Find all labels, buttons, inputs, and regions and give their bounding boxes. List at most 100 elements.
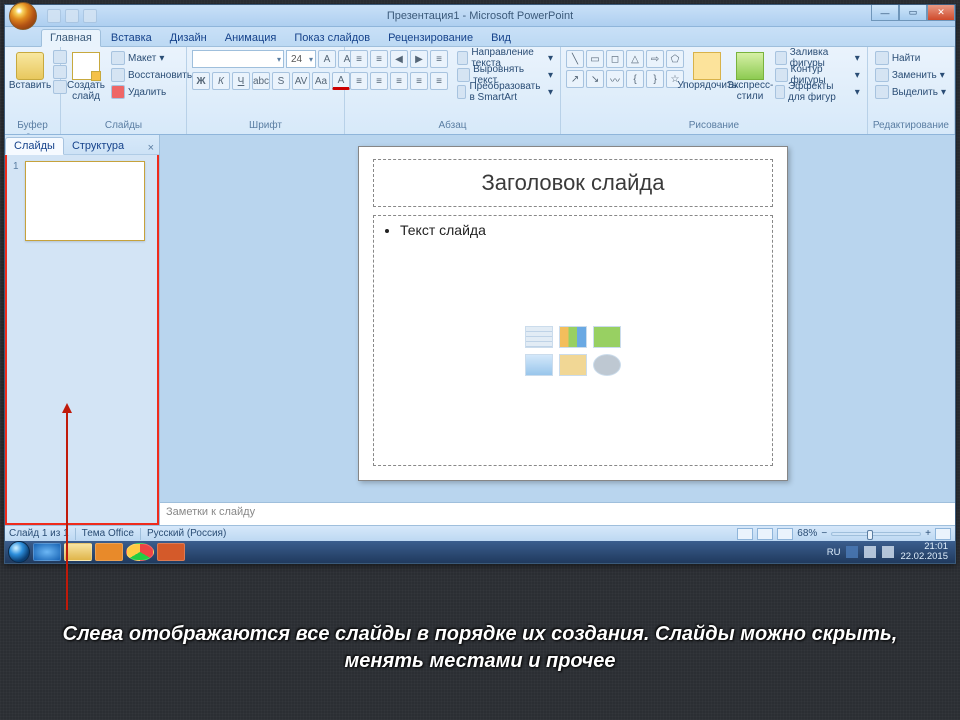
columns-button[interactable]: ≡: [430, 72, 448, 90]
tray-date[interactable]: 22.02.2015: [900, 552, 948, 562]
delete-button[interactable]: Удалить: [109, 84, 194, 100]
minimize-button[interactable]: —: [871, 5, 899, 21]
maximize-button[interactable]: ▭: [899, 5, 927, 21]
taskbar-powerpoint-icon[interactable]: [157, 543, 185, 561]
tab-insert[interactable]: Вставка: [103, 30, 160, 46]
align-right-button[interactable]: ≡: [390, 72, 408, 90]
justify-button[interactable]: ≡: [410, 72, 428, 90]
workspace: Слайды Структура × 1 Заголовок слайда Те…: [5, 135, 955, 525]
view-sorter-button[interactable]: [757, 528, 773, 540]
fit-window-button[interactable]: [935, 528, 951, 540]
layout-button[interactable]: Макет ▾: [109, 50, 194, 66]
thumb-preview[interactable]: [25, 161, 145, 241]
quick-styles-button[interactable]: Экспресс-стили: [730, 50, 770, 104]
title-bar: Презентация1 - Microsoft PowerPoint — ▭ …: [5, 5, 955, 27]
shadow-button[interactable]: S: [272, 72, 290, 90]
undo-icon[interactable]: [65, 9, 79, 23]
view-slideshow-button[interactable]: [777, 528, 793, 540]
slide-panel: Слайды Структура × 1: [5, 135, 160, 525]
smartart-icon: [457, 85, 466, 99]
taskbar-ie-icon[interactable]: [33, 543, 61, 561]
insert-chart-icon[interactable]: [559, 326, 587, 348]
replace-button[interactable]: Заменить ▾: [873, 67, 948, 83]
thumbnail-list[interactable]: 1: [5, 155, 159, 525]
tab-slideshow[interactable]: Показ слайдов: [286, 30, 378, 46]
save-icon[interactable]: [47, 9, 61, 23]
line-spacing-button[interactable]: ≡: [430, 50, 448, 68]
taskbar-explorer-icon[interactable]: [64, 543, 92, 561]
zoom-out-button[interactable]: −: [821, 528, 827, 539]
numbering-button[interactable]: ≡: [370, 50, 388, 68]
quick-access-toolbar: [47, 9, 97, 23]
annotation-caption: Слева отображаются все слайды в порядке …: [0, 621, 960, 675]
tab-outline[interactable]: Структура: [64, 138, 132, 154]
spacing-button[interactable]: AV: [292, 72, 310, 90]
insert-smartart-icon[interactable]: [593, 326, 621, 348]
ribbon-tabs: Главная Вставка Дизайн Анимация Показ сл…: [5, 27, 955, 47]
smartart-button[interactable]: Преобразовать в SmartArt ▾: [455, 84, 555, 100]
content-placeholder[interactable]: Текст слайда: [373, 215, 773, 466]
content-type-icons: [525, 326, 621, 376]
taskbar-media-icon[interactable]: [95, 543, 123, 561]
shape-effects-button[interactable]: Эффекты для фигур ▾: [773, 84, 862, 100]
tab-animation[interactable]: Анимация: [217, 30, 285, 46]
bullets-button[interactable]: ≡: [350, 50, 368, 68]
indent-dec-button[interactable]: ◀: [390, 50, 408, 68]
thumbnail-item[interactable]: 1: [13, 161, 151, 241]
slide[interactable]: Заголовок слайда Текст слайда: [358, 146, 788, 481]
office-orb-icon: [9, 2, 37, 30]
find-button[interactable]: Найти: [873, 50, 948, 66]
title-placeholder[interactable]: Заголовок слайда: [373, 159, 773, 207]
tray-flag-icon[interactable]: [846, 546, 858, 558]
shapes-gallery[interactable]: ╲▭◻△⇨⬠ ↗↘〰{}☆: [566, 50, 684, 88]
case-button[interactable]: Aa: [312, 72, 330, 90]
tab-view[interactable]: Вид: [483, 30, 519, 46]
insert-media-icon[interactable]: [593, 354, 621, 376]
styles-icon: [736, 52, 764, 80]
group-font: 24 A A Ж К Ч abc S AV Aa A Шрифт: [187, 47, 345, 134]
start-button[interactable]: [8, 541, 30, 563]
notes-pane[interactable]: Заметки к слайду: [160, 502, 955, 525]
tab-review[interactable]: Рецензирование: [380, 30, 481, 46]
status-theme: Тема Office: [82, 528, 134, 539]
close-button[interactable]: ✕: [927, 5, 955, 21]
view-normal-button[interactable]: [737, 528, 753, 540]
office-button[interactable]: [5, 5, 39, 27]
font-size-combo[interactable]: 24: [286, 50, 316, 68]
replace-icon: [875, 68, 889, 82]
redo-icon[interactable]: [83, 9, 97, 23]
status-language[interactable]: Русский (Россия): [147, 528, 226, 539]
zoom-in-button[interactable]: +: [925, 528, 931, 539]
align-center-button[interactable]: ≡: [370, 72, 388, 90]
paste-button[interactable]: Вставить: [10, 50, 50, 94]
strike-button[interactable]: abc: [252, 72, 270, 90]
grow-font-icon[interactable]: A: [318, 50, 336, 68]
tray-network-icon[interactable]: [864, 546, 876, 558]
tab-design[interactable]: Дизайн: [162, 30, 215, 46]
notes-placeholder-text: Заметки к слайду: [166, 506, 255, 518]
indent-inc-button[interactable]: ▶: [410, 50, 428, 68]
select-button[interactable]: Выделить ▾: [873, 84, 948, 100]
tray-lang[interactable]: RU: [827, 547, 841, 558]
tab-home[interactable]: Главная: [41, 29, 101, 47]
align-left-button[interactable]: ≡: [350, 72, 368, 90]
body-text: Текст слайда: [400, 222, 762, 238]
underline-button[interactable]: Ч: [232, 72, 250, 90]
font-name-combo[interactable]: [192, 50, 284, 68]
new-slide-button[interactable]: Создать слайд: [66, 50, 106, 104]
outline-icon: [775, 68, 788, 82]
bold-button[interactable]: Ж: [192, 72, 210, 90]
zoom-slider[interactable]: [831, 532, 921, 536]
insert-table-icon[interactable]: [525, 326, 553, 348]
reset-button[interactable]: Восстановить: [109, 67, 194, 83]
insert-clipart-icon[interactable]: [559, 354, 587, 376]
insert-picture-icon[interactable]: [525, 354, 553, 376]
arrange-button[interactable]: Упорядочить: [687, 50, 727, 94]
slide-canvas-area[interactable]: Заголовок слайда Текст слайда Заметки к …: [160, 135, 955, 525]
panel-close-icon[interactable]: ×: [143, 142, 159, 154]
taskbar-chrome-icon[interactable]: [126, 543, 154, 561]
group-label: Рисование: [566, 120, 862, 133]
italic-button[interactable]: К: [212, 72, 230, 90]
tab-slides[interactable]: Слайды: [5, 137, 64, 155]
tray-volume-icon[interactable]: [882, 546, 894, 558]
